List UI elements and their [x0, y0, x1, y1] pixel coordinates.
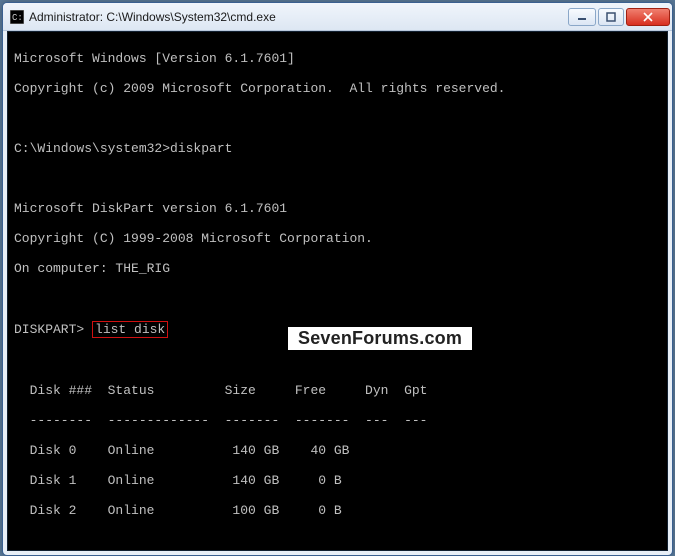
table-row: Disk 0 Online 140 GB 40 GB [14, 443, 661, 458]
disk-table-divider: -------- ------------- ------- ------- -… [14, 413, 661, 428]
prompt-diskpart: C:\Windows\system32>diskpart [14, 141, 661, 156]
cmd-icon: C: [9, 9, 25, 25]
diskpart-copyright: Copyright (C) 1999-2008 Microsoft Corpor… [14, 231, 661, 246]
terminal-output[interactable]: Microsoft Windows [Version 6.1.7601] Cop… [7, 31, 668, 551]
window-buttons [568, 8, 670, 26]
copyright-line: Copyright (c) 2009 Microsoft Corporation… [14, 81, 661, 96]
minimize-button[interactable] [568, 8, 596, 26]
watermark: SevenForums.com [288, 327, 472, 350]
diskpart-computer: On computer: THE_RIG [14, 261, 661, 276]
disk-table-header: Disk ### Status Size Free Dyn Gpt [14, 383, 661, 398]
diskpart-version: Microsoft DiskPart version 6.1.7601 [14, 201, 661, 216]
table-row: Disk 1 Online 140 GB 0 B [14, 473, 661, 488]
table-row: Disk 2 Online 100 GB 0 B [14, 503, 661, 518]
version-line: Microsoft Windows [Version 6.1.7601] [14, 51, 661, 66]
close-button[interactable] [626, 8, 670, 26]
titlebar[interactable]: C: Administrator: C:\Windows\System32\cm… [3, 3, 672, 31]
maximize-button[interactable] [598, 8, 624, 26]
cmd-window: C: Administrator: C:\Windows\System32\cm… [2, 2, 673, 556]
window-title: Administrator: C:\Windows\System32\cmd.e… [29, 10, 568, 24]
svg-text:C:: C: [12, 13, 23, 23]
